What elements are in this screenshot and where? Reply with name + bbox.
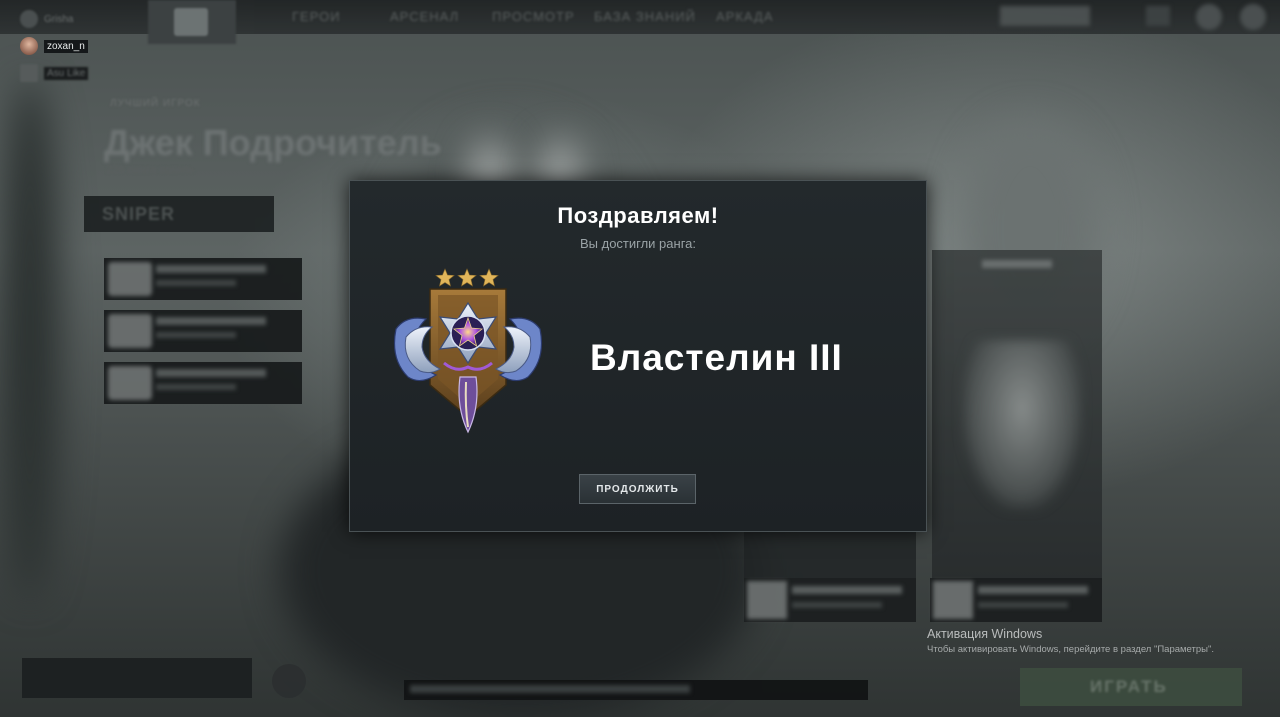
card-thumbnail: [108, 262, 152, 296]
featured-hero-image: [962, 340, 1082, 510]
card-subtitle: [156, 384, 236, 390]
rank-name: Властелин III: [590, 337, 843, 378]
card-title: [156, 369, 266, 377]
chat-input: [410, 685, 690, 693]
rank-stars: [435, 268, 499, 287]
card-thumbnail: [108, 314, 152, 348]
news-card[interactable]: [930, 578, 1102, 622]
card-thumbnail: [747, 581, 787, 619]
hero-subtitle: 226 винта вокель: [106, 164, 195, 176]
news-card[interactable]: [744, 578, 916, 622]
friend-item[interactable]: Grisha: [20, 10, 73, 28]
chat-icon[interactable]: [1146, 6, 1170, 26]
friend-item[interactable]: zoxan_n: [20, 37, 88, 55]
dialog-title: Поздравляем!: [557, 203, 719, 228]
featured-hero-panel[interactable]: [932, 250, 1102, 580]
rank-medal-icon: [393, 268, 543, 434]
card-title: [156, 265, 266, 273]
nav-watch[interactable]: ПРОСМОТР: [492, 9, 575, 24]
hero-name: SNIPER: [102, 204, 176, 224]
avatar: [20, 64, 38, 82]
card-thumbnail: [933, 581, 973, 619]
panel-label: [982, 260, 1052, 268]
best-player-label: ЛУЧШИЙ ИГРОК: [110, 98, 201, 109]
avatar: [20, 37, 38, 55]
avatar: [20, 10, 38, 28]
windows-activation-watermark: Активация Windows Чтобы активировать Win…: [927, 627, 1214, 655]
featured-panel: [744, 530, 916, 578]
hero-title: Джек Подрочитель: [104, 122, 442, 163]
friend-name: zoxan_n: [44, 39, 88, 53]
achievement-card[interactable]: [104, 362, 302, 404]
hero-name-bar: SNIPER: [84, 196, 274, 232]
card-subtitle: [156, 280, 236, 286]
card-title: [156, 317, 266, 325]
card-subtitle: [978, 602, 1068, 608]
nav-arcade[interactable]: АРКАДА: [716, 9, 774, 24]
card-title: [792, 586, 902, 594]
nav-armory[interactable]: АРСЕНАЛ: [390, 9, 459, 24]
game-logo[interactable]: [148, 0, 236, 44]
friend-name: Grisha: [44, 13, 74, 25]
chat-bar[interactable]: [404, 680, 868, 700]
currency-display[interactable]: [1000, 6, 1090, 26]
friend-item[interactable]: Asu Like: [20, 64, 89, 82]
windows-activation-text: Чтобы активировать Windows, перейдите в …: [927, 644, 1214, 655]
rank-up-dialog: Поздравляем! Вы достигли ранга: Властели…: [349, 180, 927, 532]
achievement-card[interactable]: [104, 258, 302, 300]
card-subtitle: [156, 332, 236, 338]
achievement-card[interactable]: [104, 310, 302, 352]
party-invite-icon[interactable]: [272, 664, 306, 698]
play-button-label: ИГРАТЬ: [1090, 677, 1168, 696]
play-button[interactable]: ИГРАТЬ: [1020, 668, 1242, 706]
dashboard-icon[interactable]: [1196, 4, 1222, 30]
party-bar[interactable]: [22, 658, 252, 698]
card-title: [978, 586, 1088, 594]
card-thumbnail: [108, 366, 152, 400]
nav-knowledge[interactable]: БАЗА ЗНАНИЙ: [594, 9, 696, 24]
friend-name: Asu Like: [44, 66, 89, 80]
dialog-subtitle: Вы достигли ранга:: [579, 236, 696, 251]
nav-heroes[interactable]: ГЕРОИ: [292, 9, 341, 24]
continue-button[interactable]: ПРОДОЛЖИТЬ: [579, 474, 696, 504]
card-subtitle: [792, 602, 882, 608]
windows-activation-heading: Активация Windows: [927, 627, 1043, 641]
settings-icon[interactable]: [1240, 4, 1266, 30]
bg-tree: [0, 80, 60, 600]
